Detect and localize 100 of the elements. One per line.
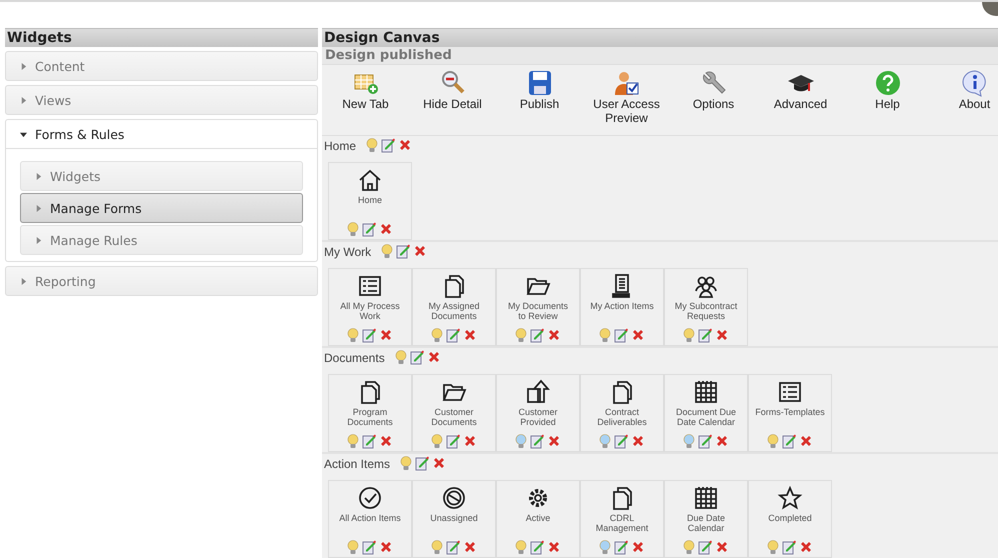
lightbulb-icon[interactable] [431, 540, 443, 555]
delete-icon[interactable] [379, 434, 393, 448]
edit-icon[interactable] [698, 328, 712, 343]
widget-tile[interactable]: Document Due Date Calendar [664, 374, 748, 452]
lightbulb-icon[interactable] [599, 434, 611, 449]
lightbulb-icon[interactable] [683, 434, 695, 449]
edit-icon[interactable] [362, 328, 376, 343]
edit-icon[interactable] [415, 456, 430, 470]
toolbar-button[interactable]: Help [844, 65, 931, 135]
delete-icon[interactable] [463, 540, 477, 554]
edit-icon[interactable] [782, 540, 796, 555]
widget-tile[interactable]: Home [328, 162, 412, 240]
widget-tile[interactable]: Active [496, 480, 580, 558]
widget-tile[interactable]: All Action Items [328, 480, 412, 558]
toolbar-button[interactable]: New Tab [322, 65, 409, 135]
lightbulb-icon[interactable] [347, 434, 359, 449]
edit-icon[interactable] [530, 434, 544, 449]
edit-icon[interactable] [614, 540, 628, 555]
delete-icon[interactable] [799, 434, 813, 448]
widget-tile[interactable]: CDRL Management [580, 480, 664, 558]
delete-icon[interactable] [715, 540, 729, 554]
lightbulb-icon[interactable] [431, 328, 443, 343]
delete-icon[interactable] [715, 328, 729, 342]
lightbulb-icon[interactable] [683, 540, 695, 555]
delete-icon[interactable] [432, 456, 446, 470]
lightbulb-icon[interactable] [347, 540, 359, 555]
edit-icon[interactable] [446, 540, 460, 555]
delete-icon[interactable] [631, 328, 645, 342]
widget-tile[interactable]: My Assigned Documents [412, 268, 496, 346]
delete-icon[interactable] [631, 540, 645, 554]
delete-icon[interactable] [631, 434, 645, 448]
delete-icon[interactable] [799, 540, 813, 554]
delete-icon[interactable] [379, 328, 393, 342]
delete-icon[interactable] [426, 350, 441, 364]
delete-icon[interactable] [547, 328, 561, 342]
delete-icon[interactable] [463, 434, 477, 448]
lightbulb-icon[interactable] [599, 328, 611, 343]
lightbulb-icon[interactable] [394, 350, 407, 364]
delete-icon[interactable] [547, 540, 561, 554]
widget-tile[interactable]: Forms-Templates [748, 374, 832, 452]
accordion-header[interactable]: Reporting [5, 266, 318, 296]
edit-icon[interactable] [410, 350, 424, 364]
delete-icon[interactable] [413, 244, 428, 258]
accordion-header[interactable]: Content [5, 51, 318, 81]
lightbulb-icon[interactable] [515, 540, 527, 555]
edit-icon[interactable] [614, 328, 628, 343]
edit-icon[interactable] [698, 540, 712, 555]
delete-icon[interactable] [547, 434, 561, 448]
delete-icon[interactable] [715, 434, 729, 448]
widget-tile[interactable]: My Subcontract Requests [664, 268, 748, 346]
toolbar-button[interactable]: Options [670, 65, 757, 135]
menu-item[interactable]: Manage Rules [20, 225, 303, 255]
edit-icon[interactable] [362, 222, 376, 237]
edit-icon[interactable] [530, 328, 544, 343]
lightbulb-icon[interactable] [683, 328, 695, 343]
widget-tile[interactable]: My Documents to Review [496, 268, 580, 346]
toolbar-button[interactable]: Hide Detail [409, 65, 496, 135]
accordion-header[interactable]: Views [5, 85, 318, 115]
edit-icon[interactable] [381, 138, 396, 152]
lightbulb-icon[interactable] [767, 540, 779, 555]
widget-tile[interactable]: Unassigned [412, 480, 496, 558]
lightbulb-icon[interactable] [515, 328, 527, 343]
accordion-header[interactable]: Forms & Rules [5, 119, 318, 149]
edit-icon[interactable] [362, 540, 376, 555]
lightbulb-icon[interactable] [366, 138, 378, 152]
toolbar-button[interactable]: Publish [496, 65, 583, 135]
widget-tile[interactable]: Due Date Calendar [664, 480, 748, 558]
widget-tile[interactable]: Completed [748, 480, 832, 558]
edit-icon[interactable] [782, 434, 796, 449]
lightbulb-icon[interactable] [431, 434, 443, 449]
delete-icon[interactable] [463, 328, 477, 342]
edit-icon[interactable] [614, 434, 628, 449]
tile-label: Forms-Templates [754, 406, 826, 417]
lightbulb-icon[interactable] [347, 222, 359, 237]
toolbar-button[interactable]: Advanced [757, 65, 844, 135]
edit-icon[interactable] [396, 244, 410, 258]
edit-icon[interactable] [446, 434, 460, 449]
menu-item[interactable]: Widgets [20, 161, 303, 191]
widget-tile[interactable]: Program Documents [328, 374, 412, 452]
toolbar-button[interactable]: About [931, 65, 998, 135]
widget-tile[interactable]: Contract Deliverables [580, 374, 664, 452]
widget-tile[interactable]: My Action Items [580, 268, 664, 346]
menu-item[interactable]: Manage Forms [20, 193, 303, 223]
lightbulb-icon[interactable] [767, 434, 779, 449]
delete-icon[interactable] [379, 222, 393, 236]
edit-icon[interactable] [446, 328, 460, 343]
edit-icon[interactable] [362, 434, 376, 449]
lightbulb-icon[interactable] [381, 244, 394, 258]
widget-tile[interactable]: All My Process Work [328, 268, 412, 346]
edit-icon[interactable] [698, 434, 712, 449]
delete-icon[interactable] [398, 138, 412, 152]
toolbar-button[interactable]: User Access Preview [583, 65, 670, 135]
lightbulb-icon[interactable] [599, 540, 611, 555]
lightbulb-icon[interactable] [400, 456, 412, 470]
widget-tile[interactable]: Customer Provided [496, 374, 580, 452]
delete-icon[interactable] [379, 540, 393, 554]
edit-icon[interactable] [530, 540, 544, 555]
lightbulb-icon[interactable] [515, 434, 527, 449]
widget-tile[interactable]: Customer Documents [412, 374, 496, 452]
lightbulb-icon[interactable] [347, 328, 359, 343]
